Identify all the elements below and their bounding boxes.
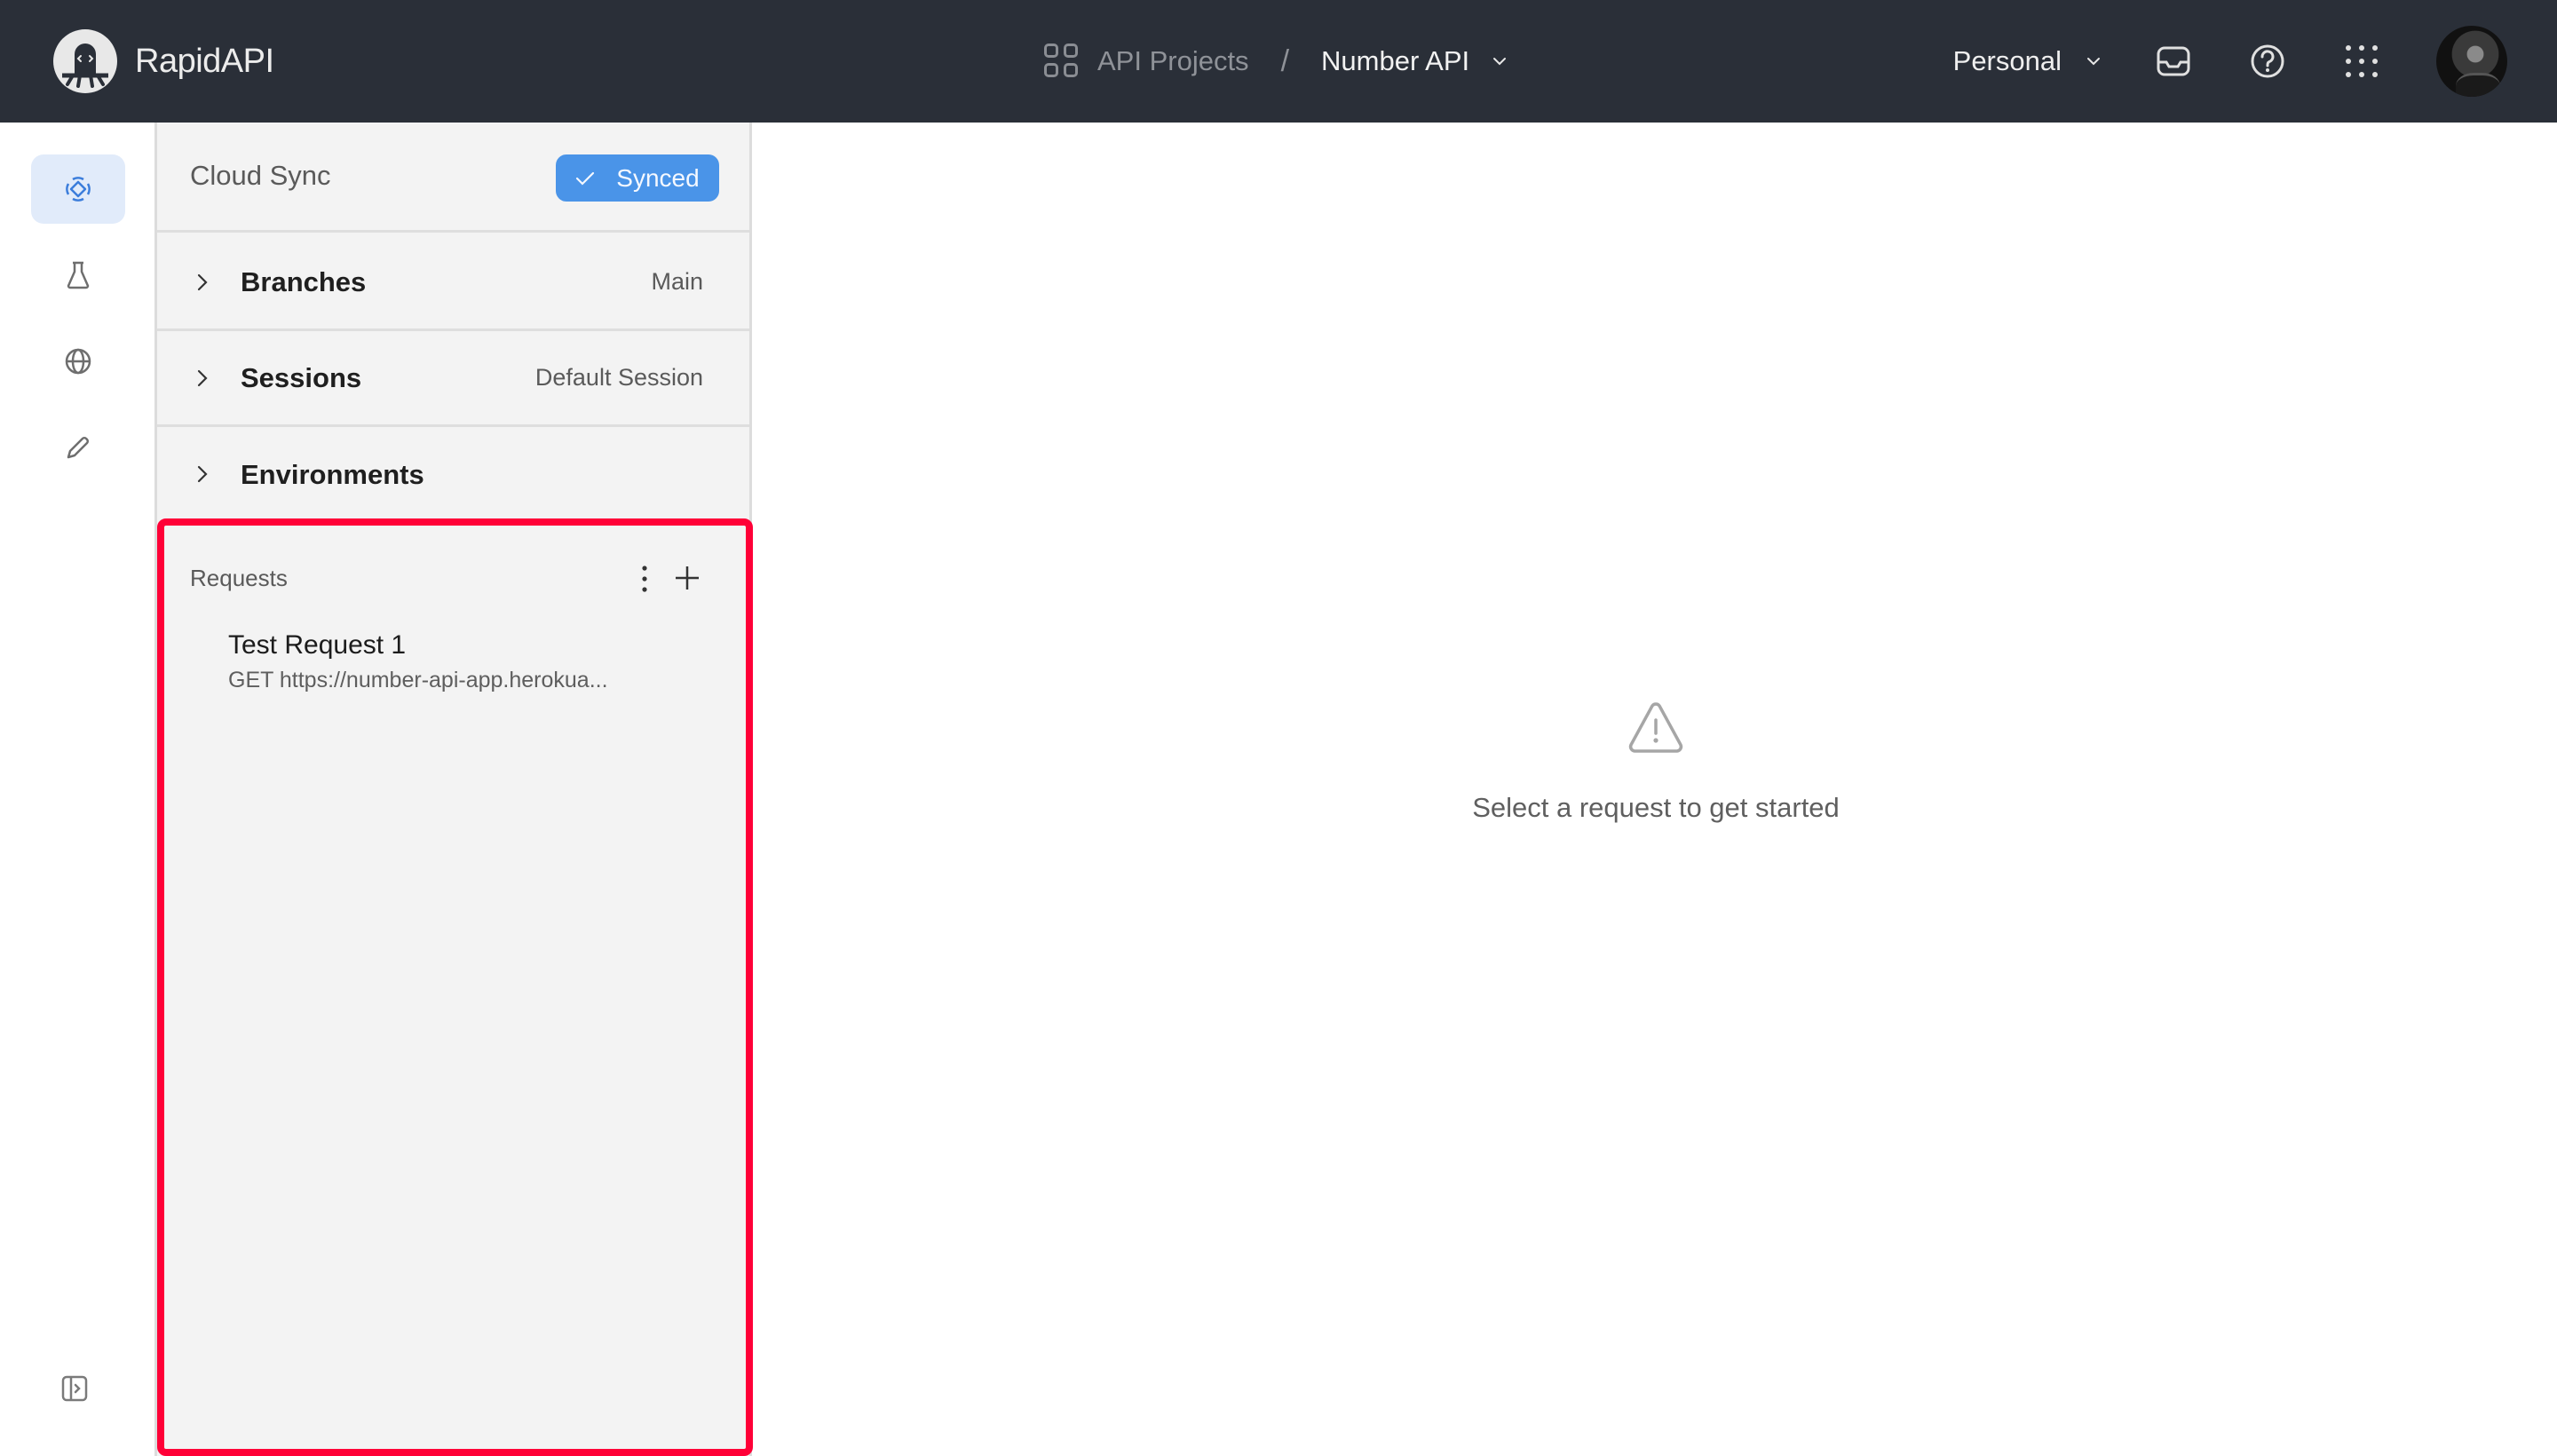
globe-icon — [65, 348, 91, 375]
requests-panel: Requests Test Request 1 GET https://numb… — [157, 518, 753, 1456]
user-avatar[interactable] — [2436, 26, 2507, 97]
workspace-selector[interactable]: Personal — [1953, 45, 2102, 77]
cloud-sync-row: Cloud Sync Synced — [157, 123, 749, 233]
section-value: Main — [651, 268, 703, 295]
rail-item-testing[interactable] — [31, 241, 125, 310]
request-name: Test Request 1 — [228, 630, 407, 660]
chevron-right-icon — [197, 273, 208, 291]
section-label: Environments — [241, 459, 424, 490]
pencil-icon — [67, 437, 89, 459]
empty-state-message: Select a request to get started — [1472, 792, 1840, 823]
top-navigation-bar: RapidAPI API Projects / Number API Perso… — [0, 0, 2557, 123]
test-flask-icon — [67, 261, 90, 289]
section-value: Default Session — [534, 364, 703, 391]
section-label: Branches — [241, 265, 367, 297]
rail-item-edit[interactable] — [31, 413, 125, 482]
project-sidebar: Cloud Sync Synced Branches Main Sessions… — [157, 123, 753, 1456]
chevron-right-icon — [197, 369, 208, 387]
brand-logo-link[interactable]: RapidAPI — [53, 27, 274, 96]
project-chevron-down-icon[interactable] — [1491, 52, 1508, 70]
workspace-chevron-down-icon — [2087, 58, 2100, 66]
checkmark-icon — [576, 171, 595, 186]
sidebar-expand-icon[interactable] — [60, 1374, 89, 1403]
breadcrumb: API Projects / Number API — [1044, 36, 1508, 87]
inbox-icon[interactable] — [2154, 42, 2193, 81]
brand-name: RapidAPI — [135, 42, 274, 80]
section-label: Sessions — [241, 361, 362, 393]
request-method-url: GET https://number-api-app.herokua... — [228, 668, 608, 692]
more-vertical-icon[interactable] — [636, 563, 653, 595]
rail-item-globe[interactable] — [31, 327, 125, 396]
breadcrumb-api-projects[interactable]: API Projects — [1097, 45, 1249, 77]
breadcrumb-current-project[interactable]: Number API — [1321, 45, 1469, 77]
help-icon[interactable] — [2248, 42, 2287, 81]
cloud-sync-title: Cloud Sync — [190, 160, 331, 191]
synced-status-button[interactable]: Synced — [556, 154, 719, 202]
icon-rail — [0, 123, 157, 1456]
rapidapi-octopus-logo-icon — [53, 29, 117, 93]
request-list-item[interactable]: Test Request 1 GET https://number-api-ap… — [228, 630, 725, 701]
synced-label: Synced — [616, 163, 700, 192]
apps-grid-icon[interactable] — [2342, 42, 2381, 81]
section-branches[interactable]: Branches Main — [157, 235, 749, 331]
chevron-right-icon — [197, 465, 208, 483]
section-environments[interactable]: Environments — [157, 427, 749, 523]
main-content: Select a request to get started — [755, 123, 2557, 1456]
header-actions: Personal — [1953, 0, 2557, 123]
section-sessions[interactable]: Sessions Default Session — [157, 331, 749, 427]
api-design-icon — [66, 177, 91, 202]
add-request-plus-icon[interactable] — [673, 564, 701, 592]
breadcrumb-separator: / — [1280, 44, 1290, 78]
projects-grid-icon[interactable] — [1044, 44, 1080, 79]
warning-icon — [1628, 702, 1683, 753]
requests-title: Requests — [190, 565, 288, 591]
empty-state: Select a request to get started — [755, 701, 2557, 824]
rail-item-api-design[interactable] — [31, 154, 125, 224]
workspace-label: Personal — [1952, 45, 2062, 76]
